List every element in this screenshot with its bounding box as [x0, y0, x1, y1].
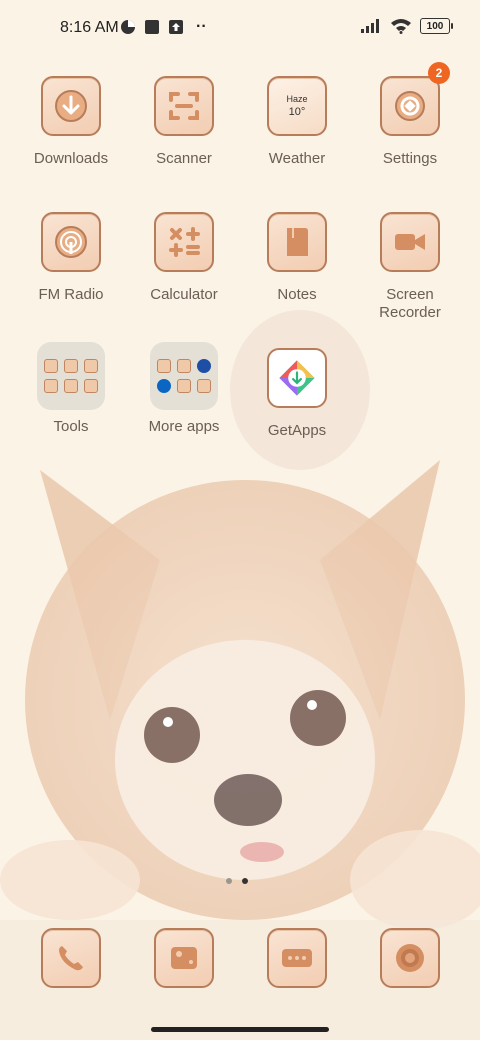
status-bar: 8:16 AM ·· 100	[0, 0, 480, 56]
app-screen-recorder[interactable]: Screen Recorder	[360, 212, 460, 322]
app-weather[interactable]: Haze 10° Weather	[247, 76, 347, 168]
camera-icon	[380, 928, 440, 988]
linkedin-icon	[157, 379, 171, 393]
app-label: Downloads	[33, 150, 109, 167]
system-indicators: 100	[360, 18, 453, 34]
download-icon	[41, 76, 101, 136]
radio-icon	[41, 212, 101, 272]
upload-notification-icon	[169, 20, 183, 34]
messages-icon	[267, 928, 327, 988]
app-label: Weather	[268, 150, 326, 167]
page-dot	[226, 878, 232, 884]
dock-gallery[interactable]	[134, 928, 234, 988]
weather-temperature: 10°	[288, 106, 306, 118]
app-label: Settings	[382, 150, 438, 167]
more-notifications-indicator: ··	[196, 18, 207, 35]
folder-app-thumb	[44, 359, 58, 373]
scanner-icon	[154, 76, 214, 136]
calculator-icon	[154, 212, 214, 272]
app-notification-icon	[145, 20, 159, 34]
app-label: FM Radio	[38, 286, 104, 303]
dock-camera[interactable]	[360, 928, 460, 988]
folder-app-thumb	[84, 359, 98, 373]
data-saver-icon	[121, 20, 135, 34]
folder-app-thumb	[157, 359, 171, 373]
wifi-icon	[391, 19, 411, 34]
app-label: Scanner	[156, 150, 212, 167]
notes-icon	[267, 212, 327, 272]
folder-tools[interactable]: Tools	[21, 342, 121, 436]
app-label: Tools	[53, 418, 89, 435]
video-camera-icon	[380, 212, 440, 272]
folder-app-thumb	[197, 359, 211, 373]
app-getapps[interactable]: GetApps	[247, 348, 347, 440]
clock: 8:16 AM	[60, 19, 119, 36]
app-downloads[interactable]: Downloads	[21, 76, 121, 168]
folder-app-thumb	[177, 359, 191, 373]
app-calculator[interactable]: Calculator	[134, 212, 234, 304]
app-label: Notes	[277, 286, 317, 303]
gear-icon: 2	[380, 62, 450, 136]
getapps-icon	[267, 348, 327, 408]
notification-badge: 2	[428, 62, 450, 84]
gallery-icon	[154, 928, 214, 988]
folder-more-apps[interactable]: More apps	[134, 342, 234, 436]
app-notes[interactable]: Notes	[247, 212, 347, 304]
page-indicator	[226, 878, 248, 884]
folder-app-thumb	[197, 379, 211, 393]
app-label: Screen Recorder	[379, 286, 441, 321]
battery-level: 100	[426, 20, 444, 32]
app-label: GetApps	[267, 422, 327, 439]
weather-icon: Haze 10°	[267, 76, 327, 136]
app-label: More apps	[148, 418, 220, 435]
battery-indicator: 100	[420, 18, 453, 34]
notification-icons: ··	[120, 18, 207, 36]
signal-icon	[361, 19, 379, 33]
folder-icon	[150, 342, 218, 410]
folder-app-thumb	[64, 359, 78, 373]
phone-icon	[41, 928, 101, 988]
app-settings[interactable]: 2 Settings	[360, 62, 460, 168]
folder-icon	[37, 342, 105, 410]
page-dot-active	[242, 878, 248, 884]
dock-messages[interactable]	[247, 928, 347, 988]
app-scanner[interactable]: Scanner	[134, 76, 234, 168]
folder-app-thumb	[84, 379, 98, 393]
dock-phone[interactable]	[21, 928, 121, 988]
app-label: Calculator	[150, 286, 218, 303]
folder-app-thumb	[64, 379, 78, 393]
app-fm-radio[interactable]: FM Radio	[21, 212, 121, 304]
weather-condition: Haze	[286, 94, 308, 104]
home-indicator-bar[interactable]	[151, 1027, 329, 1032]
folder-app-thumb	[177, 379, 191, 393]
folder-app-thumb	[44, 379, 58, 393]
